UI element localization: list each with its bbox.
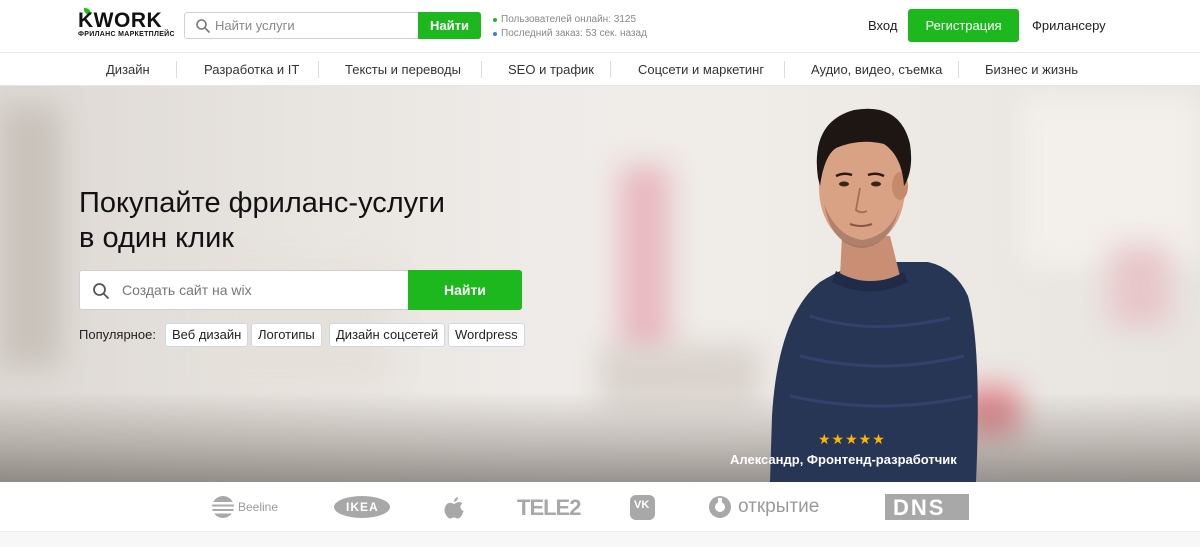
category-seo[interactable]: SEO и трафик — [508, 53, 594, 86]
otkritie-logo: открытие — [708, 492, 836, 522]
floor-shade — [0, 392, 1200, 482]
last-order-text: Последний заказ: 53 сек. назад — [501, 28, 647, 39]
site-stats: Пользователей онлайн: 3125 Последний зак… — [493, 13, 647, 41]
blue-dot-icon — [493, 32, 497, 36]
nav-divider — [784, 61, 785, 78]
beeline-text: Beeline — [238, 500, 279, 514]
logo-tagline: ФРИЛАНС МАРКЕТПЛЕЙС — [78, 31, 175, 38]
logo-wordmark: KWORK — [78, 9, 163, 32]
nav-divider — [318, 61, 319, 78]
online-users-stat: Пользователей онлайн: 3125 — [493, 13, 647, 27]
site-header: KWORK ФРИЛАНС МАРКЕТПЛЕЙС Найти Пользова… — [0, 0, 1200, 53]
popular-label: Популярное: — [79, 327, 156, 342]
nav-divider — [610, 61, 611, 78]
background-shape — [620, 166, 670, 356]
last-order-stat: Последний заказ: 53 сек. назад — [493, 27, 647, 41]
tele2-logo: TELE2 — [517, 492, 581, 522]
login-link[interactable]: Вход — [868, 18, 897, 33]
nav-divider — [481, 61, 482, 78]
hero-search-button[interactable]: Найти — [408, 270, 522, 310]
vk-text: VK — [634, 499, 650, 511]
register-button[interactable]: Регистрация — [908, 9, 1019, 42]
rating-stars: ★★★★★ — [818, 431, 886, 447]
hero-title: Покупайте фриланс-услуги в один клик — [79, 186, 499, 256]
category-development[interactable]: Разработка и IT — [204, 53, 299, 86]
beeline-logo: Beeline — [211, 492, 281, 522]
category-design[interactable]: Дизайн — [106, 53, 150, 86]
otkritie-text: открытие — [738, 496, 820, 517]
client-brands: Beeline IKEA TELE2 VK открытие DNS — [0, 482, 1200, 532]
hero-search: Найти — [79, 270, 522, 310]
ikea-text: IKEA — [346, 500, 379, 514]
nav-divider — [958, 61, 959, 78]
header-search-button[interactable]: Найти — [418, 12, 481, 39]
otkritie-icon — [709, 496, 731, 518]
category-business[interactable]: Бизнес и жизнь — [985, 53, 1078, 86]
popular-tag-web-design[interactable]: Веб дизайн — [165, 323, 249, 347]
apple-logo — [443, 492, 465, 522]
tele2-text: TELE2 — [517, 495, 581, 520]
apple-icon — [444, 497, 464, 519]
background-shape — [1110, 246, 1170, 326]
page-bottom-strip — [0, 532, 1200, 547]
kwork-logo[interactable]: KWORK ФРИЛАНС МАРКЕТПЛЕЙС — [78, 8, 175, 40]
category-social[interactable]: Соцсети и маркетинг — [638, 53, 764, 86]
background-shape — [0, 106, 60, 366]
green-dot-icon — [493, 18, 497, 22]
category-nav: Дизайн Разработка и IT Тексты и переводы… — [0, 53, 1200, 86]
beeline-icon — [212, 496, 234, 518]
freelancer-portrait — [770, 108, 978, 482]
hero-title-line1: Покупайте фриланс-услуги — [79, 187, 445, 219]
hero-title-line2: в один клик — [79, 222, 234, 254]
header-search: Найти — [184, 12, 481, 39]
popular-tag-social-design[interactable]: Дизайн соцсетей — [329, 323, 446, 347]
category-texts[interactable]: Тексты и переводы — [345, 53, 461, 86]
online-users-text: Пользователей онлайн: 3125 — [501, 14, 636, 25]
background-shape — [1020, 96, 1200, 266]
search-icon — [196, 19, 210, 33]
dns-text: DNS — [893, 495, 946, 520]
header-search-input[interactable] — [215, 13, 415, 38]
vk-logo: VK — [630, 492, 656, 522]
ikea-logo: IKEA — [333, 492, 391, 522]
search-icon — [93, 283, 109, 299]
hero-banner: Покупайте фриланс-услуги в один клик Най… — [0, 86, 1200, 482]
freelancer-link[interactable]: Фрилансеру — [1032, 18, 1106, 33]
hero-search-input[interactable] — [122, 271, 402, 309]
nav-divider — [176, 61, 177, 78]
popular-tag-wordpress[interactable]: Wordpress — [448, 323, 525, 347]
dns-logo: DNS — [885, 492, 969, 522]
popular-tag-logos[interactable]: Логотипы — [251, 323, 322, 347]
category-media[interactable]: Аудио, видео, съемка — [811, 53, 942, 86]
portrait-caption: Александр, Фронтенд-разработчик — [730, 452, 957, 467]
